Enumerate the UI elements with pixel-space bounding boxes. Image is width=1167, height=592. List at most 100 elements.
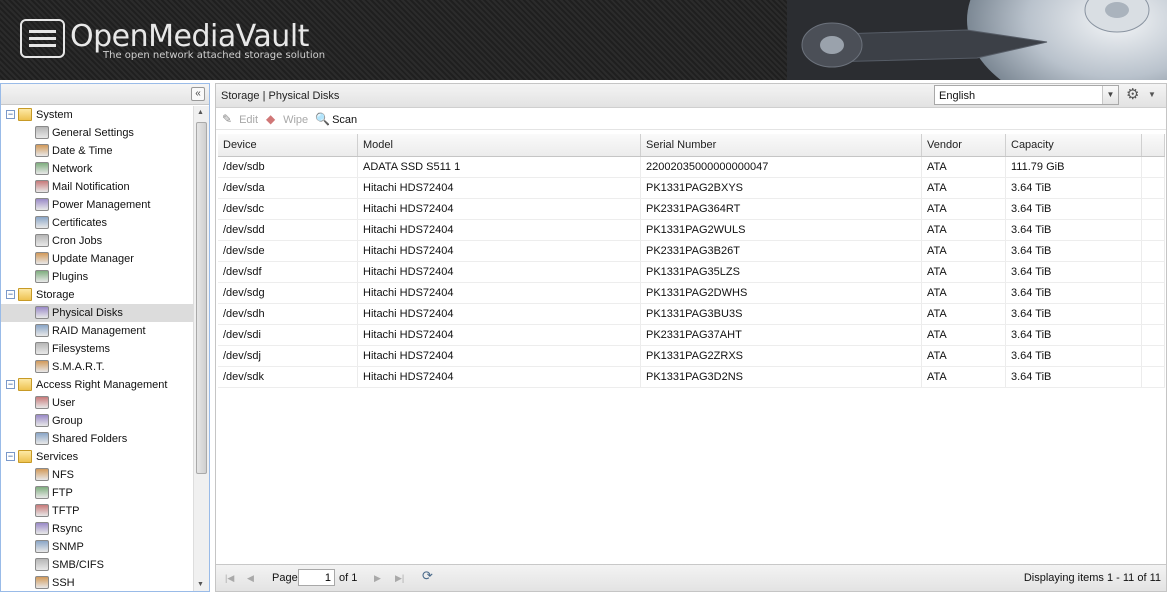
sidebar-item-ftp[interactable]: FTP — [1, 484, 193, 502]
wipe-button[interactable]: ◆ Wipe — [266, 111, 308, 127]
cell-serial-number: PK1331PAG35LZS — [641, 262, 922, 282]
sidebar-item-nfs[interactable]: NFS — [1, 466, 193, 484]
edit-button[interactable]: ✎ Edit — [222, 111, 258, 127]
table-row[interactable]: /dev/sdc Hitachi HDS72404 PK2331PAG364RT AT… — [218, 199, 1165, 220]
next-page-icon[interactable]: ▶ — [374, 571, 381, 585]
chevron-down-icon[interactable]: ▼ — [1102, 86, 1118, 104]
scan-button[interactable]: 🔍 Scan — [315, 111, 357, 127]
page-number-input[interactable] — [298, 569, 335, 586]
sidebar-item-rsync[interactable]: Rsync — [1, 520, 193, 538]
sidebar-item-services[interactable]: − Services — [1, 448, 193, 466]
eraser-icon: ◆ — [266, 112, 276, 126]
sidebar-scrollbar[interactable]: ▲ ▼ — [193, 106, 209, 591]
sidebar-item-ssh[interactable]: SSH — [1, 574, 193, 591]
previous-page-icon[interactable]: ◀ — [247, 571, 254, 585]
table-row[interactable]: /dev/sde Hitachi HDS72404 PK2331PAG3B26T AT… — [218, 241, 1165, 262]
sidebar-item-date-time[interactable]: Date & Time — [1, 142, 193, 160]
table-row[interactable]: /dev/sdj Hitachi HDS72404 PK1331PAG2ZRXS AT… — [218, 346, 1165, 367]
sidebar-item-tftp[interactable]: TFTP — [1, 502, 193, 520]
sidebar-item-cron-jobs[interactable]: Cron Jobs — [1, 232, 193, 250]
sidebar-item-group[interactable]: Group — [1, 412, 193, 430]
shared-folder-icon — [35, 432, 49, 445]
collapse-toggle-icon[interactable]: − — [6, 110, 15, 119]
table-row[interactable]: /dev/sdh Hitachi HDS72404 PK1331PAG3BU3S AT… — [218, 304, 1165, 325]
sidebar-item-update-manager[interactable]: Update Manager — [1, 250, 193, 268]
magnifier-icon: 🔍 — [315, 112, 330, 126]
sidebar-item-snmp[interactable]: SNMP — [1, 538, 193, 556]
table-row[interactable]: /dev/sda Hitachi HDS72404 PK1331PAG2BXYS AT… — [218, 178, 1165, 199]
ftp-icon — [35, 486, 49, 499]
cell-serial-number: PK1331PAG2DWHS — [641, 283, 922, 303]
refresh-icon[interactable]: ⟳ — [422, 569, 433, 583]
sidebar-item-plugins[interactable]: Plugins — [1, 268, 193, 286]
collapse-toggle-icon[interactable]: − — [6, 380, 15, 389]
table-row[interactable]: /dev/sdd Hitachi HDS72404 PK1331PAG2WULS AT… — [218, 220, 1165, 241]
sidebar-item-s-m-a-r-t[interactable]: S.M.A.R.T. — [1, 358, 193, 376]
cell-serial-number: PK1331PAG2ZRXS — [641, 346, 922, 366]
collapse-toggle-icon[interactable]: − — [6, 452, 15, 461]
folder-icon — [18, 450, 32, 463]
scroll-up-icon[interactable]: ▲ — [197, 109, 204, 116]
table-row[interactable]: /dev/sdg Hitachi HDS72404 PK1331PAG2DWHS AT… — [218, 283, 1165, 304]
collapse-sidebar-button[interactable]: « — [191, 87, 205, 101]
tftp-icon — [35, 504, 49, 517]
cell-vendor: ATA — [922, 367, 1006, 387]
cell-model: Hitachi HDS72404 — [358, 304, 641, 324]
table-row[interactable]: /dev/sdf Hitachi HDS72404 PK1331PAG35LZS AT… — [218, 262, 1165, 283]
filesystem-icon — [35, 342, 49, 355]
sidebar-item-power-management[interactable]: Power Management — [1, 196, 193, 214]
sidebar-item-general-settings[interactable]: General Settings — [1, 124, 193, 142]
cell-serial-number: PK2331PAG364RT — [641, 199, 922, 219]
sidebar-item-user[interactable]: User — [1, 394, 193, 412]
table-row[interactable]: /dev/sdk Hitachi HDS72404 PK1331PAG3D2NS AT… — [218, 367, 1165, 388]
mail-icon — [35, 180, 49, 193]
cell-device: /dev/sda — [218, 178, 358, 198]
column-header-capacity[interactable]: Capacity — [1006, 134, 1142, 156]
sidebar-item-certificates[interactable]: Certificates — [1, 214, 193, 232]
first-page-icon[interactable]: |◀ — [225, 571, 234, 585]
sidebar-item-physical-disks[interactable]: Physical Disks — [1, 304, 193, 322]
sidebar-item-shared-folders[interactable]: Shared Folders — [1, 430, 193, 448]
cell-vendor: ATA — [922, 283, 1006, 303]
cell-vendor: ATA — [922, 157, 1006, 177]
collapse-toggle-icon[interactable]: − — [6, 290, 15, 299]
sidebar-item-access-right-management[interactable]: − Access Right Management — [1, 376, 193, 394]
column-header-device[interactable]: Device — [218, 134, 358, 156]
physical-disks-panel: Storage | Physical Disks English ▼ ⚙ ▼ ✎ … — [215, 83, 1167, 592]
language-select[interactable]: English ▼ — [934, 85, 1119, 105]
sidebar-item-label: FTP — [52, 487, 73, 499]
wipe-label: Wipe — [283, 114, 309, 126]
sidebar-item-raid-management[interactable]: RAID Management — [1, 322, 193, 340]
update-icon — [35, 252, 49, 265]
sidebar-item-label: TFTP — [52, 505, 80, 517]
cell-spacer — [1142, 199, 1165, 219]
cell-spacer — [1142, 157, 1165, 177]
sidebar-item-mail-notification[interactable]: Mail Notification — [1, 178, 193, 196]
last-page-icon[interactable]: ▶| — [395, 571, 404, 585]
table-row[interactable]: /dev/sdb ADATA SSD S511 1 2200203500000000… — [218, 157, 1165, 178]
caret-down-icon: ▼ — [1148, 90, 1156, 99]
cell-vendor: ATA — [922, 241, 1006, 261]
column-header-model[interactable]: Model — [358, 134, 641, 156]
sidebar-scrollbar-thumb[interactable] — [196, 122, 207, 474]
page-label: Page — [272, 572, 298, 584]
table-row[interactable]: /dev/sdi Hitachi HDS72404 PK2331PAG37AHT AT… — [218, 325, 1165, 346]
settings-menu-button[interactable]: ⚙ ▼ — [1126, 86, 1158, 104]
sidebar-item-smb-cifs[interactable]: SMB/CIFS — [1, 556, 193, 574]
sidebar-item-label: SNMP — [52, 541, 84, 553]
sidebar-item-storage[interactable]: − Storage — [1, 286, 193, 304]
scroll-down-icon[interactable]: ▼ — [197, 581, 204, 588]
cron-icon — [35, 234, 49, 247]
column-header-serial-number[interactable]: Serial Number — [641, 134, 922, 156]
sidebar-item-network[interactable]: Network — [1, 160, 193, 178]
sidebar-item-label: User — [52, 397, 76, 409]
column-header-vendor[interactable]: Vendor — [922, 134, 1006, 156]
sidebar-item-system[interactable]: − System — [1, 106, 193, 124]
cell-vendor: ATA — [922, 304, 1006, 324]
sidebar-item-filesystems[interactable]: Filesystems — [1, 340, 193, 358]
clock-icon — [35, 144, 49, 157]
cell-model: Hitachi HDS72404 — [358, 346, 641, 366]
navigation-sidebar: « − System General Settings Date & Time Netw… — [0, 83, 210, 592]
paging-status: Displaying items 1 - 11 of 11 — [1023, 572, 1161, 584]
cell-device: /dev/sdk — [218, 367, 358, 387]
